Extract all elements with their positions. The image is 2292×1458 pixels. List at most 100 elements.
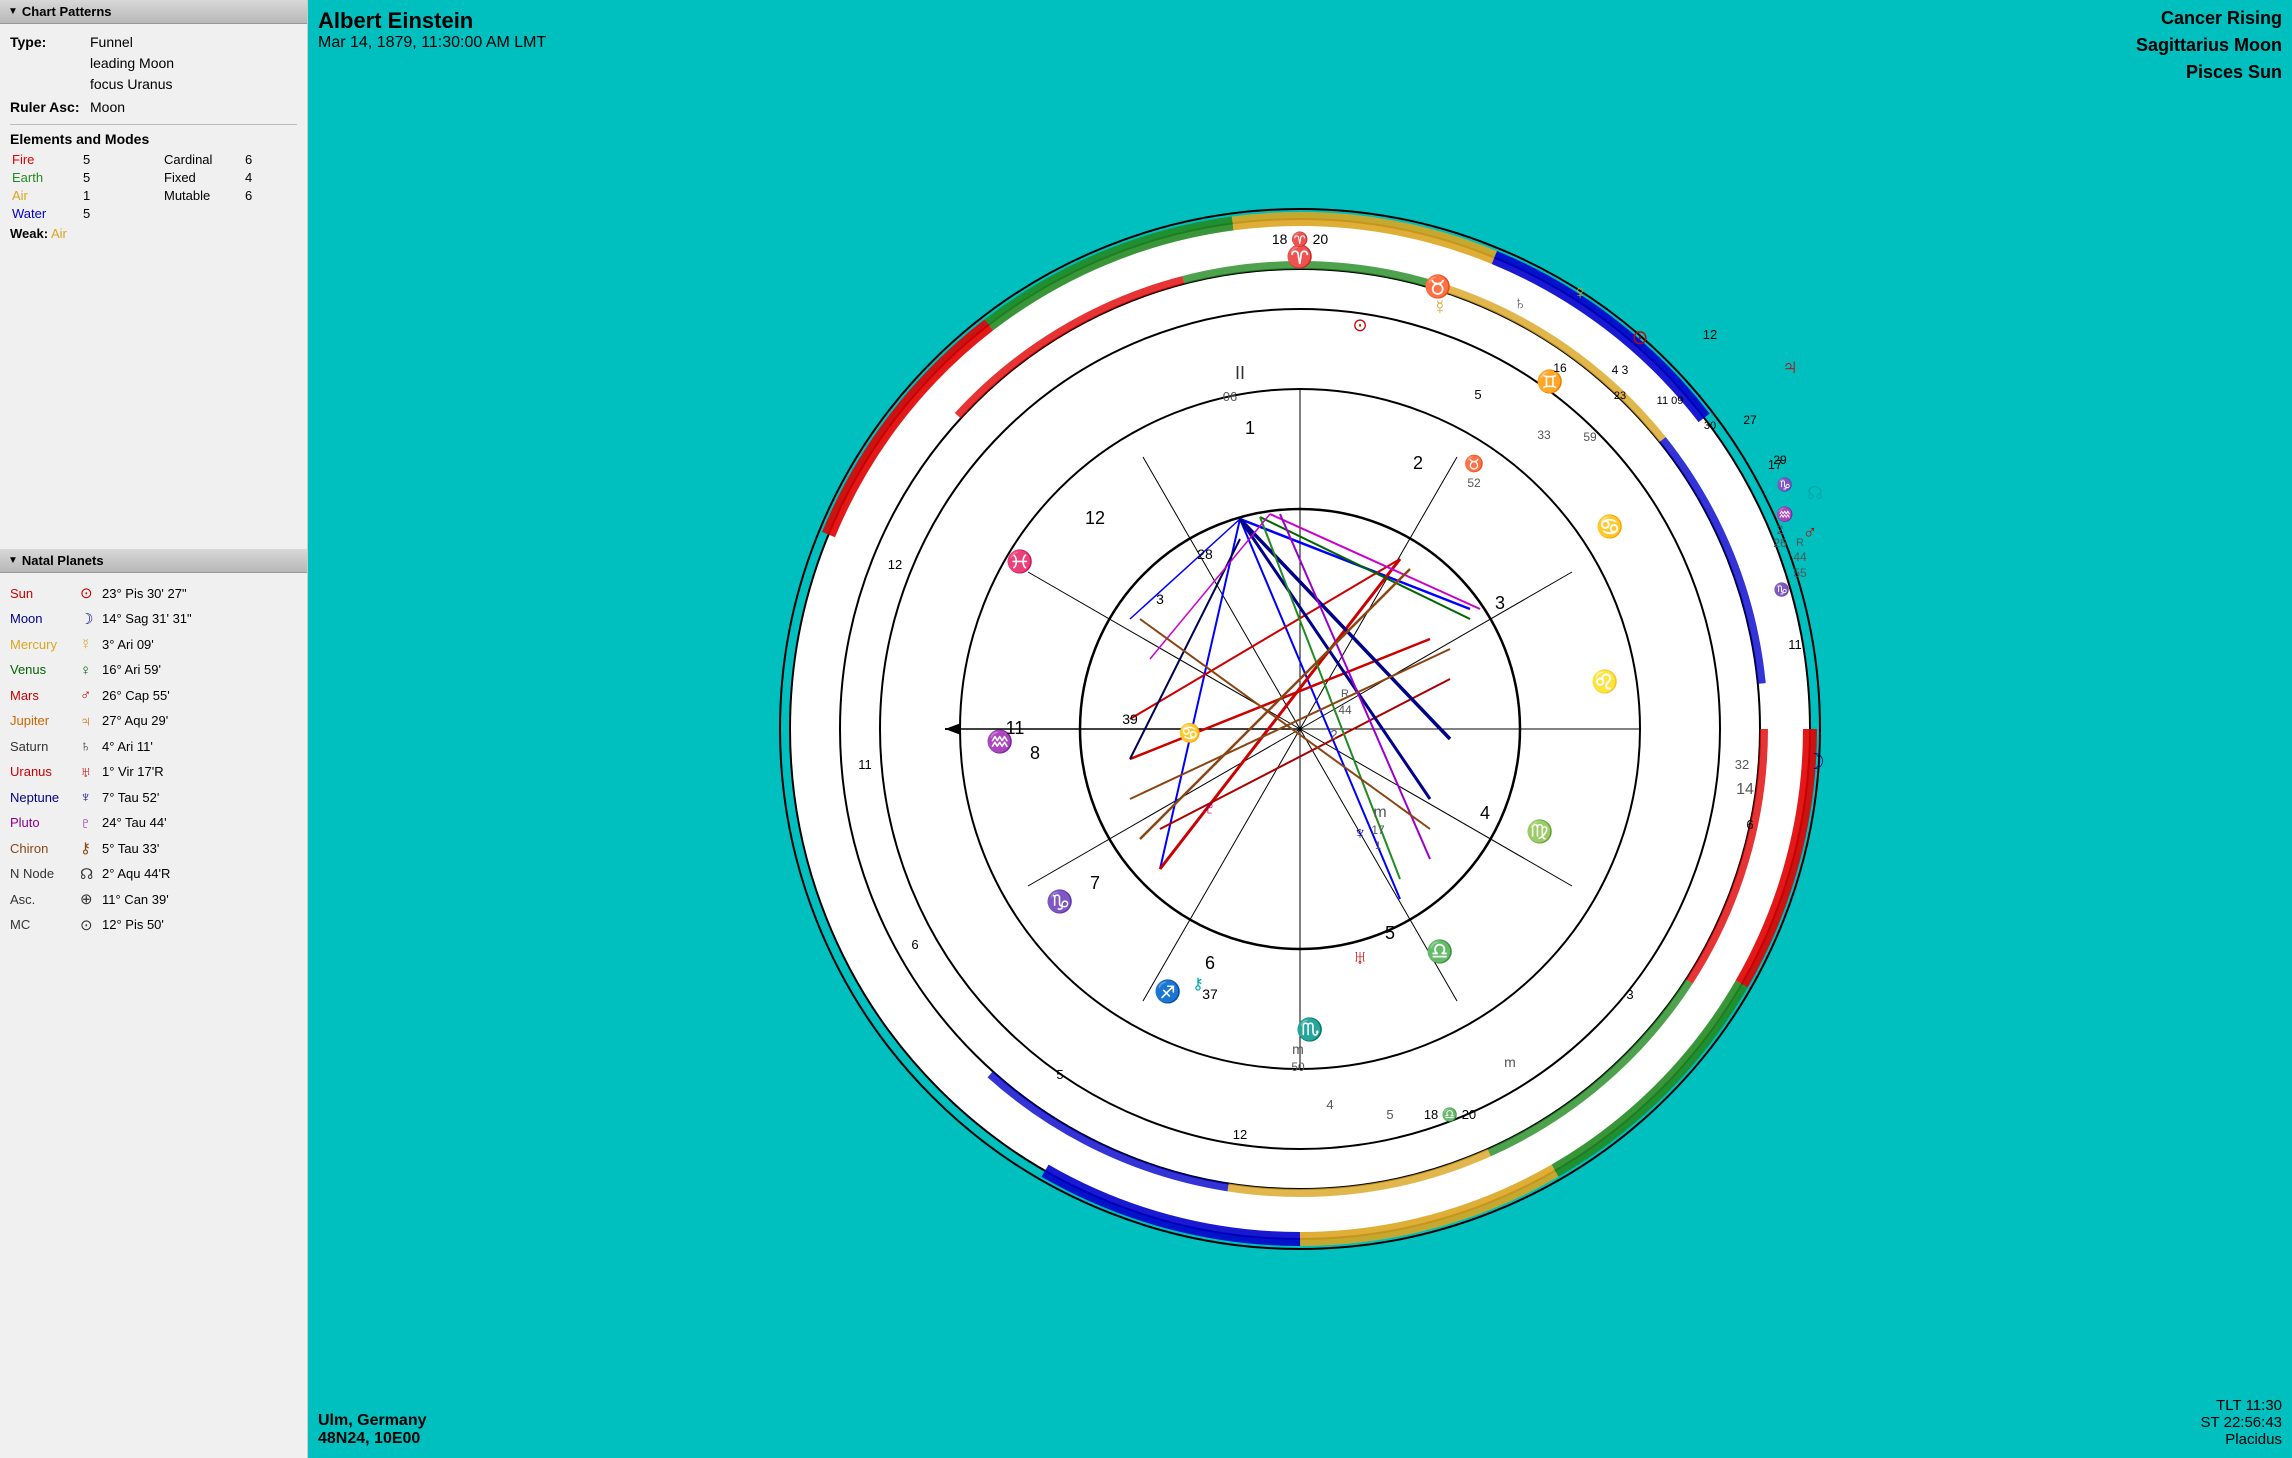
svg-text:16: 16: [1553, 361, 1567, 375]
bottom-left-info: Ulm, Germany 48N24, 10E00: [318, 1412, 426, 1448]
planet-name: Uranus: [10, 761, 80, 783]
svg-text:30: 30: [1704, 420, 1716, 432]
planet-row: Jupiter ♃ 27° Aqu 29': [10, 709, 297, 735]
svg-text:23: 23: [1614, 390, 1626, 402]
mutable-count: 6: [243, 187, 283, 204]
svg-text:59: 59: [1583, 430, 1597, 444]
ruler-value: Moon: [90, 97, 297, 118]
cardinal-count: 6: [243, 151, 283, 168]
planet-symbol: ⊙: [80, 581, 102, 607]
svg-text:♎: ♎: [1426, 939, 1453, 964]
planet-row: Uranus ♅ 1° Vir 17'R: [10, 760, 297, 786]
svg-text:1: 1: [1245, 418, 1255, 438]
planet-row: Neptune ♆ 7° Tau 52': [10, 785, 297, 811]
st-info: ST 22:56:43: [2201, 1414, 2282, 1431]
air-label: Air: [10, 187, 80, 204]
planet-name: MC: [10, 914, 80, 936]
planet-row: Pluto ♇ 24° Tau 44': [10, 811, 297, 837]
cardinal-label: Cardinal: [162, 151, 242, 168]
planet-name: Jupiter: [10, 710, 80, 732]
planet-row: Mars ♂ 26° Cap 55': [10, 683, 297, 709]
svg-text:m: m: [1292, 1041, 1304, 1057]
divider1: [10, 124, 297, 125]
planet-position: 3° Ari 09': [102, 634, 297, 656]
svg-text:17: 17: [1371, 823, 1385, 837]
svg-text:♈: ♈: [1286, 244, 1313, 269]
svg-text:12: 12: [1085, 508, 1105, 528]
svg-text:♏: ♏: [1296, 1017, 1323, 1042]
tlt-info: TLT 11:30: [2201, 1397, 2282, 1414]
ruler-row: Ruler Asc: Moon: [10, 97, 297, 118]
planet-symbol: ☽: [80, 607, 102, 633]
svg-text:R: R: [1341, 688, 1349, 700]
planet-symbol: ⊙: [80, 913, 102, 939]
planet-name: Mars: [10, 685, 80, 707]
elements-title: Elements and Modes: [10, 131, 297, 147]
type-val-line1: Funnel: [90, 34, 133, 50]
svg-text:♄: ♄: [1513, 293, 1527, 313]
planet-position: 4° Ari 11': [102, 736, 297, 758]
planet-row: Mercury ☿ 3° Ari 09': [10, 632, 297, 658]
planet-symbol: ♂: [80, 683, 102, 709]
planet-symbol: ♆: [80, 785, 102, 811]
planet-symbol: ⊕: [80, 887, 102, 913]
planet-row: MC ⊙ 12° Pis 50': [10, 913, 297, 939]
svg-text:28: 28: [1197, 546, 1213, 562]
svg-text:4 3: 4 3: [1612, 363, 1629, 377]
planet-name: Mercury: [10, 634, 80, 656]
svg-text:☊: ☊: [1807, 483, 1823, 503]
svg-text:♑: ♑: [1774, 582, 1790, 597]
svg-text:⊙: ⊙: [1352, 315, 1367, 335]
planet-name: Moon: [10, 608, 80, 630]
fixed-label: Fixed: [162, 169, 242, 186]
planet-symbol: ♄: [80, 734, 102, 760]
planet-row: Venus ♀ 16° Ari 59': [10, 658, 297, 684]
planet-name: N Node: [10, 863, 80, 885]
svg-text:♀: ♀: [1573, 282, 1588, 304]
chart-area: Albert Einstein Mar 14, 1879, 11:30:00 A…: [308, 0, 2292, 1458]
coordinates: 48N24, 10E00: [318, 1430, 426, 1448]
svg-text:II: II: [1235, 363, 1245, 383]
svg-text:55: 55: [1793, 566, 1807, 580]
svg-text:R: R: [1796, 537, 1804, 549]
planet-position: 23° Pis 30' 27": [102, 583, 297, 605]
empty2: [243, 205, 283, 222]
planet-symbol: ♇: [80, 811, 102, 837]
svg-text:5: 5: [1474, 387, 1481, 402]
left-panel: ▼ Chart Patterns Type: Funnel leading Mo…: [0, 0, 308, 1458]
svg-text:11 09: 11 09: [1657, 395, 1684, 407]
chart-patterns-content: Type: Funnel leading Moon focus Uranus R…: [0, 24, 307, 249]
fire-count: 5: [81, 151, 161, 168]
weak-line: Weak: Air: [10, 226, 297, 241]
planet-symbol: ☊: [80, 862, 102, 888]
elements-grid: Fire 5 Cardinal 6 Earth 5 Fixed 4 Air 1 …: [10, 151, 297, 222]
svg-text:6: 6: [911, 937, 918, 952]
planet-position: 12° Pis 50': [102, 914, 297, 936]
svg-text:37: 37: [1202, 986, 1218, 1002]
svg-text:06: 06: [1223, 389, 1237, 404]
svg-text:2: 2: [1413, 453, 1423, 473]
type-val-line2: leading Moon: [90, 55, 174, 71]
svg-text:♍: ♍: [1526, 819, 1553, 844]
natal-planets-header: ▼ Natal Planets: [0, 549, 307, 573]
bottom-right-info: TLT 11:30 ST 22:56:43 Placidus: [2201, 1397, 2282, 1448]
svg-text:12: 12: [888, 557, 902, 572]
planet-position: 1° Vir 17'R: [102, 761, 297, 783]
svg-text:2: 2: [1330, 727, 1337, 742]
fixed-count: 4: [243, 169, 283, 186]
svg-text:11: 11: [858, 757, 872, 772]
svg-text:♌: ♌: [1591, 669, 1618, 694]
svg-text:7: 7: [1090, 873, 1100, 893]
planet-position: 11° Can 39': [102, 889, 297, 911]
svg-text:5: 5: [1386, 1107, 1393, 1122]
svg-text:⊙: ⊙: [1632, 327, 1649, 349]
svg-text:♃: ♃: [1782, 354, 1799, 379]
svg-text:8: 8: [1030, 743, 1040, 763]
svg-text:3: 3: [1626, 987, 1633, 1002]
svg-text:5: 5: [1385, 923, 1395, 943]
svg-text:18 ♎ 20: 18 ♎ 20: [1424, 1107, 1476, 1122]
svg-text:3: 3: [1156, 591, 1164, 607]
triangle-icon: ▼: [8, 6, 18, 17]
svg-text:♓: ♓: [1006, 549, 1033, 574]
svg-text:6: 6: [1746, 817, 1753, 832]
